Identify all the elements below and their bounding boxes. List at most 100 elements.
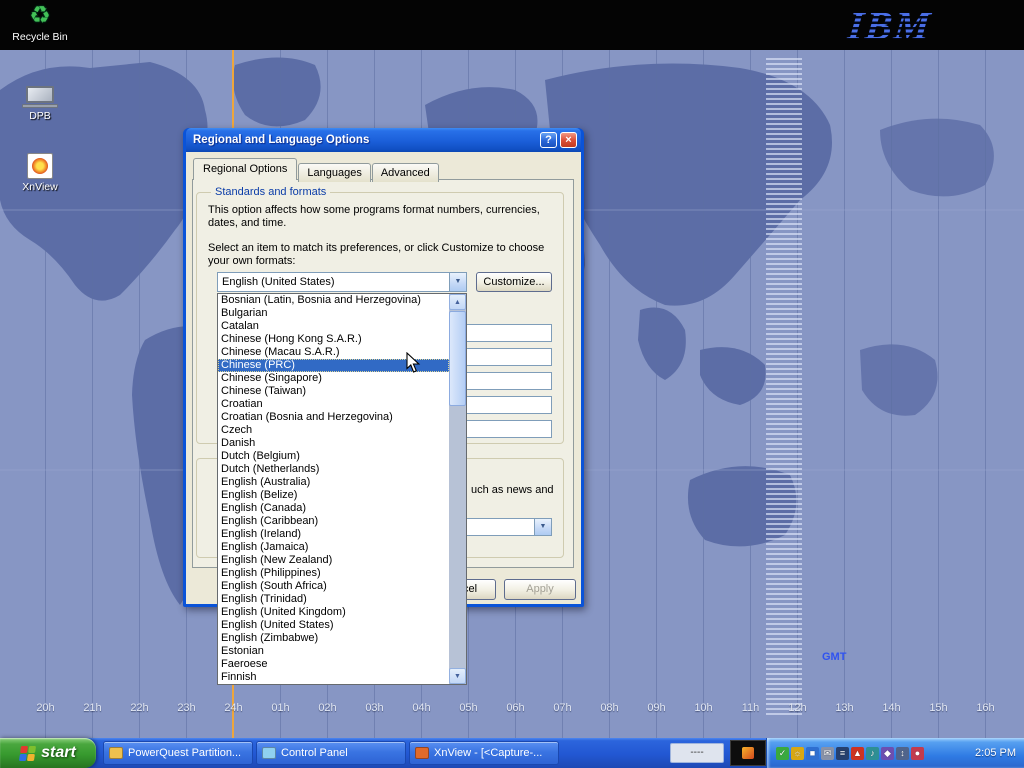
recycle-bin-label: Recycle Bin [12,31,68,43]
dropdown-item[interactable]: Croatian (Bosnia and Herzegovina) [218,411,449,424]
chevron-down-icon[interactable]: ▼ [449,273,466,291]
timezone-label: 22h [116,702,163,714]
task-label: Control Panel [281,747,348,759]
dropdown-item[interactable]: Dutch (Netherlands) [218,463,449,476]
dropdown-item[interactable]: English (United Kingdom) [218,606,449,619]
help-button[interactable]: ? [540,132,557,148]
chevron-down-icon[interactable]: ▼ [534,519,551,535]
dropdown-item[interactable]: English (United States) [218,619,449,632]
tray-icons: ✓☼■✉≡▲♪◆↕● [776,747,924,760]
tray-status-icon-diamond[interactable]: ◆ [881,747,894,760]
dropdown-item[interactable]: Czech [218,424,449,437]
desktop-icon-xnview[interactable]: XnView [12,153,68,193]
dropdown-item[interactable]: English (Trinidad) [218,593,449,606]
taskbar-task-button[interactable]: PowerQuest Partition... [103,741,253,765]
tab-row: Regional OptionsLanguagesAdvanced [193,158,440,180]
regional-and-language-options-dialog: Regional and Language Options ? × Region… [183,128,584,607]
tray-status-icon-updown[interactable]: ↕ [896,747,909,760]
timezone-label: 23h [163,702,210,714]
dropdown-item[interactable]: English (Philippines) [218,567,449,580]
dropdown-item[interactable]: Estonian [218,645,449,658]
timezone-label-row: 20h21h22h23h24h01h02h03h04h05h06h07h08h0… [22,702,1009,714]
taskbar-toolbar[interactable]: ---- [670,743,724,763]
dialog-tab[interactable]: Advanced [372,163,439,182]
dropdown-item[interactable]: Bosnian (Latin, Bosnia and Herzegovina) [218,294,449,307]
tray-status-icon-dot[interactable]: ● [911,747,924,760]
format-combobox-value: English (United States) [218,273,449,291]
timezone-label: 10h [680,702,727,714]
dropdown-item[interactable]: Catalan [218,320,449,333]
dropdown-item[interactable]: English (Canada) [218,502,449,515]
timezone-label: 20h [22,702,69,714]
dropdown-item[interactable]: Faeroese [218,658,449,671]
dialog-tab[interactable]: Regional Options [193,158,297,180]
timezone-label: 13h [821,702,868,714]
timezone-label: 16h [962,702,1009,714]
system-tray: ✓☼■✉≡▲♪◆↕● 2:05 PM [766,738,1024,768]
dialog-body: Regional OptionsLanguagesAdvanced Standa… [186,152,581,604]
dropdown-item[interactable]: English (New Zealand) [218,554,449,567]
dropdown-item[interactable]: Bulgarian [218,307,449,320]
control-panel-icon [262,747,276,759]
timezone-label: 24h [210,702,257,714]
dialog-tab[interactable]: Languages [298,163,370,182]
taskbar-clock[interactable]: 2:05 PM [975,747,1018,759]
dpb-label: DPB [12,110,68,122]
dropdown-item[interactable]: English (Caribbean) [218,515,449,528]
dropdown-item[interactable]: Danish [218,437,449,450]
dropdown-item[interactable]: Dutch (Belgium) [218,450,449,463]
scroll-up-icon[interactable]: ▲ [449,294,466,310]
dropdown-item[interactable]: Chinese (Taiwan) [218,385,449,398]
dropdown-item[interactable]: English (Jamaica) [218,541,449,554]
widget-icon [742,747,754,759]
taskbar: start PowerQuest Partition... Control Pa… [0,738,1024,768]
tray-status-icon-alert[interactable]: ▲ [851,747,864,760]
taskbar-task-button[interactable]: Control Panel [256,741,406,765]
recycle-bin-icon: ♻ [12,3,68,29]
desktop-icon-recycle-bin[interactable]: ♻ Recycle Bin [12,3,68,43]
dropdown-item[interactable]: English (South Africa) [218,580,449,593]
standards-instruction: Select an item to match its preferences,… [208,242,544,255]
dropdown-item[interactable]: English (Belize) [218,489,449,502]
timezone-label: 06h [492,702,539,714]
standards-group-title: Standards and formats [211,186,330,198]
taskbar-spacer [559,738,670,768]
customize-button[interactable]: Customize... [476,272,552,292]
dropdown-scrollbar[interactable]: ▲ ▼ [449,294,466,684]
dropdown-item[interactable]: English (Australia) [218,476,449,489]
dropdown-item[interactable]: Chinese (Hong Kong S.A.R.) [218,333,449,346]
timezone-label: 14h [868,702,915,714]
tray-status-icon-blue[interactable]: ■ [806,747,819,760]
dropdown-item[interactable]: English (Zimbabwe) [218,632,449,645]
tray-status-icon-sun[interactable]: ☼ [791,747,804,760]
apply-button: Apply [504,579,576,600]
scrollbar-thumb[interactable] [449,311,466,406]
tray-status-icon-mail[interactable]: ✉ [821,747,834,760]
timezone-label: 21h [69,702,116,714]
scroll-down-icon[interactable]: ▼ [449,668,466,684]
taskbar-task-button[interactable]: XnView - [<Capture-... [409,741,559,765]
format-combobox[interactable]: English (United States) ▼ [217,272,467,292]
tray-status-icon-audio[interactable]: ♪ [866,747,879,760]
dropdown-item[interactable]: Finnish [218,671,449,684]
location-text-fragment: uch as news and [471,484,554,497]
standards-description-2: dates, and time. [208,217,286,230]
timezone-label: 08h [586,702,633,714]
tray-status-icon-menu[interactable]: ≡ [836,747,849,760]
date-line-band [766,58,802,718]
timezone-label: 09h [633,702,680,714]
standards-instruction-2: your own formats: [208,255,295,268]
start-button[interactable]: start [0,738,96,768]
dialog-titlebar[interactable]: Regional and Language Options ? × [186,128,581,152]
timezone-label: 07h [539,702,586,714]
dropdown-item[interactable]: English (Ireland) [218,528,449,541]
desktop-icon-dpb[interactable]: DPB [12,86,68,122]
timezone-label: 03h [351,702,398,714]
ibm-logo: IBM [846,2,935,49]
tray-status-icon-green[interactable]: ✓ [776,747,789,760]
desktop-screen: ♻ Recycle Bin IBM [0,0,1024,768]
mouse-cursor [406,352,421,374]
taskbar-widget[interactable] [730,740,766,766]
close-button[interactable]: × [560,132,577,148]
dropdown-item[interactable]: Croatian [218,398,449,411]
